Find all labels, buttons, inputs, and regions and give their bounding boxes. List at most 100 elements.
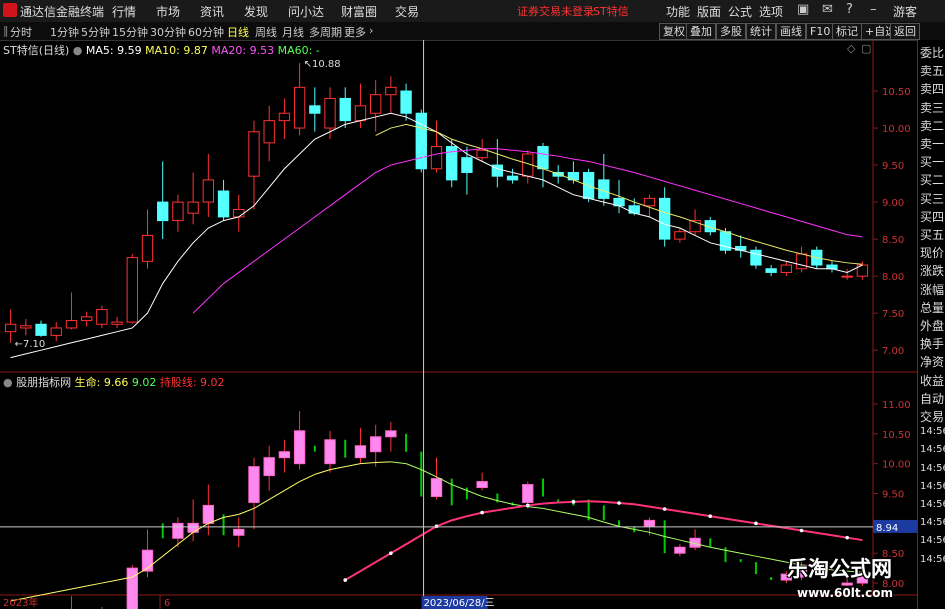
button-mark[interactable]: 标记 (832, 23, 862, 40)
indicator-bar (126, 567, 138, 609)
menu-discover[interactable]: 发现 (244, 3, 268, 20)
button-f10[interactable]: F10 (806, 23, 835, 40)
life-line-segment (299, 473, 316, 483)
candle-body (233, 209, 245, 218)
button-overlay[interactable]: 叠加 (686, 23, 716, 40)
period-60min[interactable]: 60分钟 (188, 24, 224, 40)
indicator-bar (187, 522, 199, 533)
indicator-y-tick-label: 11.00 (882, 400, 911, 411)
watermark-brand: 乐淘公式网 (787, 556, 892, 581)
candle-body (96, 308, 108, 325)
menu-market[interactable]: 市场 (156, 3, 180, 20)
candle-body (658, 197, 671, 240)
hold-line-dot (525, 503, 530, 508)
menu-wealth[interactable]: 财富圈 (341, 3, 377, 20)
side-panel-item: 买一 (920, 155, 945, 170)
main-y-tick-label: 7.50 (882, 309, 904, 320)
kline-chart[interactable]: 10.50 10.00 9.50 9.00 8.50 8.00 7.50 7.00 11.00… (0, 40, 917, 609)
button-draw[interactable]: 画线 (776, 23, 806, 40)
period-5min[interactable]: 5分钟 (81, 24, 110, 40)
main-y-tick-label: 7.00 (882, 346, 904, 357)
side-panel-item: 卖二 (920, 118, 945, 133)
main-y-tick-label: 8.00 (882, 272, 904, 283)
menu-trade[interactable]: 交易 (395, 3, 419, 20)
menu-xiaoda[interactable]: 问小达 (288, 3, 324, 20)
period-weekly[interactable]: 周线 (255, 24, 277, 40)
menu-news[interactable]: 资讯 (200, 3, 224, 20)
candle-body (126, 257, 138, 323)
life-line-segment (634, 528, 650, 533)
low-price-label: ←7.10 (15, 339, 46, 350)
side-panel-item: 委比 (920, 46, 945, 60)
life-line-segment (527, 506, 544, 509)
indicator-bar (278, 451, 291, 459)
hold-line-dot (799, 528, 804, 533)
side-panel-item[interactable]: 自动 (920, 390, 944, 407)
hold-line-dot (389, 551, 393, 556)
period-monthly[interactable]: 月线 (282, 24, 304, 40)
menu-formula[interactable]: 公式 (728, 3, 752, 20)
candle-body (65, 320, 78, 329)
quote-side-panel: 委比 卖五 卖四 卖三 卖二 卖一 买一 买二 买三 买四 买五 现价 涨跌 涨幅 总量 外盘 换手 净资 收益 自动… (917, 40, 945, 609)
period-multi[interactable]: 多周期 (309, 24, 342, 40)
button-back[interactable]: 返回 (890, 23, 920, 40)
candle-body (278, 112, 291, 122)
period-30min[interactable]: 30分钟 (150, 24, 186, 40)
side-panel-item[interactable]: 交易 (920, 408, 944, 425)
side-panel-item: 卖四 (920, 82, 945, 97)
indicator-y-tick-label: 10.00 (882, 460, 911, 471)
candle-body (430, 146, 443, 170)
candle-body (354, 105, 367, 122)
life-line-segment (740, 552, 757, 557)
life-line-segment (405, 463, 422, 471)
side-panel-item: 买四 (920, 209, 945, 224)
candle-body (369, 94, 382, 114)
period-daily[interactable]: 日线 (227, 24, 249, 40)
menu-layout[interactable]: 版面 (697, 3, 721, 20)
help-icon[interactable]: ? (846, 2, 853, 17)
crosshair-value: 8.94 (876, 523, 898, 534)
menu-options[interactable]: 选项 (759, 3, 783, 20)
title-bar: 通达信金融终端 行情 市场 资讯 发现 问小达 财富圈 交易 证券交易未登录 S… (0, 0, 945, 23)
life-line-segment (268, 490, 285, 500)
xaxis-year-label: 2023年 (3, 596, 38, 609)
candle-body (111, 321, 123, 325)
indicator-bar (324, 439, 336, 465)
side-panel-item: 14:56 (920, 444, 945, 456)
life-line-segment (558, 510, 574, 515)
candle-body (795, 253, 808, 270)
menu-function[interactable]: 功能 (666, 3, 690, 20)
guest-label[interactable]: 游客 (893, 3, 917, 20)
period-15min[interactable]: 15分钟 (112, 24, 148, 40)
life-line-segment (86, 582, 102, 587)
candle-body (643, 197, 656, 207)
menu-hangqing[interactable]: 行情 (112, 3, 136, 20)
hold-line-dot (571, 500, 576, 504)
period-minute[interactable]: 分时 (10, 24, 32, 40)
mail-icon[interactable]: ✉ (822, 2, 833, 17)
life-line-segment (451, 484, 468, 491)
button-stats[interactable]: 统计 (746, 23, 776, 40)
login-notice[interactable]: 证券交易未登录 (517, 3, 594, 19)
indicator-bar (369, 436, 382, 453)
life-line-segment (101, 579, 118, 584)
candle-body (385, 86, 397, 96)
button-rights[interactable]: 复权 (659, 23, 689, 40)
side-panel-item: 总量 (920, 300, 945, 315)
candle-body (35, 323, 47, 336)
side-panel-item: 14:56 (920, 426, 945, 438)
button-multi-stock[interactable]: 多股 (716, 23, 746, 40)
period-1min[interactable]: 1分钟 (50, 24, 79, 40)
chevron-right-icon[interactable]: › (369, 24, 373, 37)
period-more[interactable]: 更多 (344, 24, 366, 40)
skin-icon[interactable]: ▣ (797, 2, 809, 17)
main-y-tick-label: 10.00 (882, 124, 911, 135)
minimize-icon[interactable]: – (870, 2, 877, 17)
indicator-bar (233, 528, 245, 536)
candle-body (324, 97, 336, 129)
candle-body (628, 205, 640, 214)
candle-body (157, 201, 169, 222)
life-line-segment (710, 546, 726, 551)
candle-body (293, 86, 306, 129)
app-logo-icon (3, 3, 17, 17)
